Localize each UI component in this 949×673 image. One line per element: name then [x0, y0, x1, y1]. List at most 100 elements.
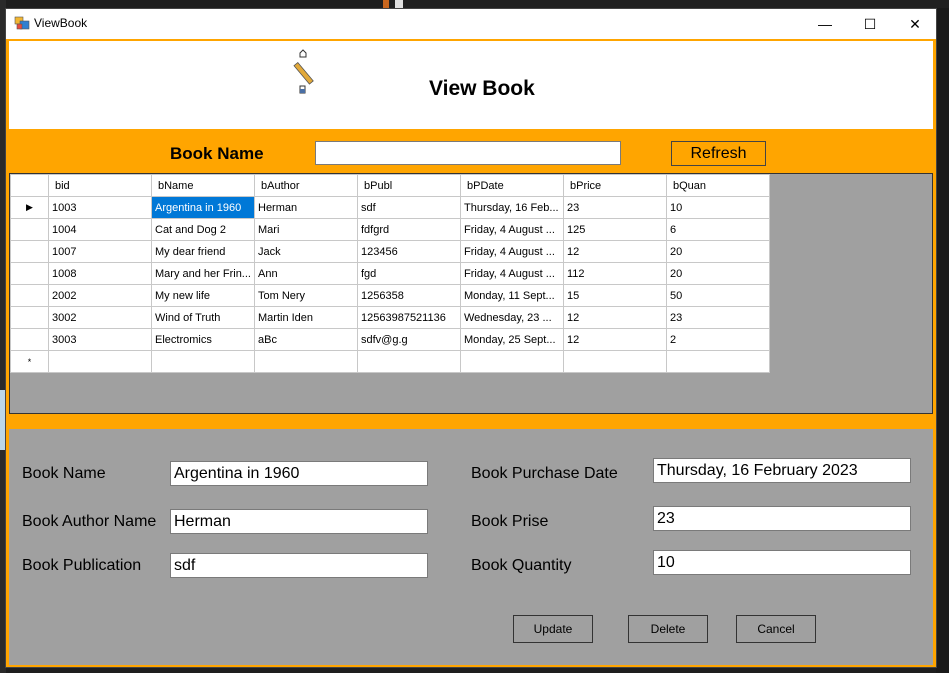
cell[interactable]: 6 [666, 218, 770, 241]
cell[interactable]: Cat and Dog 2 [151, 218, 255, 241]
row-header[interactable] [10, 306, 49, 329]
table-row[interactable]: 1007 My dear friend Jack 123456 Friday, … [10, 240, 770, 263]
quantity-field[interactable] [653, 550, 911, 575]
row-header[interactable] [10, 240, 49, 263]
column-header-bquan[interactable]: bQuan [666, 174, 770, 197]
cell[interactable]: Jack [254, 240, 358, 263]
column-header-bauthor[interactable]: bAuthor [254, 174, 358, 197]
cell[interactable]: Friday, 4 August ... [460, 262, 564, 285]
cell[interactable]: 12 [563, 306, 667, 329]
cell[interactable]: Wednesday, 23 ... [460, 306, 564, 329]
cell[interactable] [357, 350, 461, 373]
maximize-button[interactable]: ☐ [847, 9, 893, 39]
cell[interactable]: 50 [666, 284, 770, 307]
cell[interactable]: Martin Iden [254, 306, 358, 329]
column-header-bpubl[interactable]: bPubl [357, 174, 461, 197]
cell[interactable]: 1003 [48, 196, 152, 219]
cell[interactable]: 20 [666, 240, 770, 263]
book-name-search-input[interactable] [315, 141, 621, 165]
table-row[interactable]: 1008 Mary and her Frin... Ann fgd Friday… [10, 262, 770, 285]
cell[interactable]: 1256358 [357, 284, 461, 307]
column-header-bprice[interactable]: bPrice [563, 174, 667, 197]
cell[interactable]: Herman [254, 196, 358, 219]
publication-field[interactable] [170, 553, 428, 578]
cell[interactable]: sdfv@g.g [357, 328, 461, 351]
cell[interactable]: Monday, 25 Sept... [460, 328, 564, 351]
cell[interactable]: 20 [666, 262, 770, 285]
cell[interactable]: Mari [254, 218, 358, 241]
cell[interactable]: Tom Nery [254, 284, 358, 307]
cell[interactable] [254, 350, 358, 373]
cell[interactable]: Friday, 4 August ... [460, 240, 564, 263]
title-bar[interactable]: ViewBook — ☐ ✕ [6, 9, 936, 39]
cell[interactable] [666, 350, 770, 373]
column-header-bname[interactable]: bName [151, 174, 255, 197]
row-header[interactable] [10, 328, 49, 351]
cancel-button[interactable]: Cancel [736, 615, 816, 643]
purchase-date-picker[interactable] [653, 458, 911, 483]
price-field[interactable] [653, 506, 911, 531]
update-button[interactable]: Update [513, 615, 593, 643]
table-row[interactable]: 3003 Electromics aBc sdfv@g.g Monday, 25… [10, 328, 770, 351]
app-icon [14, 16, 30, 30]
row-header[interactable] [10, 218, 49, 241]
cell[interactable]: Thursday, 16 Feb... [460, 196, 564, 219]
background-top-accent [383, 0, 389, 8]
table-row[interactable]: 2002 My new life Tom Nery 1256358 Monday… [10, 284, 770, 307]
cell[interactable]: sdf [357, 196, 461, 219]
books-grid[interactable]: bid bName bAuthor bPubl bPDate bPrice bQ… [9, 173, 933, 414]
cell[interactable]: 12 [563, 240, 667, 263]
cell[interactable]: 10 [666, 196, 770, 219]
book-name-field[interactable] [170, 461, 428, 486]
cell[interactable]: 2 [666, 328, 770, 351]
cell[interactable]: 23 [563, 196, 667, 219]
table-row[interactable]: 1004 Cat and Dog 2 Mari fdfgrd Friday, 4… [10, 218, 770, 241]
cell[interactable]: 3002 [48, 306, 152, 329]
cell[interactable]: Wind of Truth [151, 306, 255, 329]
cell[interactable]: My new life [151, 284, 255, 307]
cell[interactable] [48, 350, 152, 373]
cell[interactable]: 15 [563, 284, 667, 307]
column-header-bpdate[interactable]: bPDate [460, 174, 564, 197]
cell[interactable] [563, 350, 667, 373]
table-row[interactable]: 3002 Wind of Truth Martin Iden 125639875… [10, 306, 770, 329]
row-header[interactable] [10, 284, 49, 307]
cell[interactable] [151, 350, 255, 373]
cell[interactable]: My dear friend [151, 240, 255, 263]
cell-selected[interactable]: Argentina in 1960 [151, 196, 255, 219]
cell[interactable] [460, 350, 564, 373]
minimize-button[interactable]: — [802, 9, 848, 39]
cell[interactable]: 123456 [357, 240, 461, 263]
cell[interactable]: 1007 [48, 240, 152, 263]
cell[interactable]: Monday, 11 Sept... [460, 284, 564, 307]
current-row-arrow-icon[interactable]: ▶ [10, 196, 49, 219]
cell[interactable]: 1008 [48, 262, 152, 285]
delete-button[interactable]: Delete [628, 615, 708, 643]
books-table[interactable]: bid bName bAuthor bPubl bPDate bPrice bQ… [10, 174, 770, 373]
new-row-asterisk-icon[interactable]: * [10, 350, 49, 373]
cell[interactable]: fgd [357, 262, 461, 285]
page-title: View Book [429, 77, 535, 100]
cell[interactable]: aBc [254, 328, 358, 351]
row-header-corner [10, 174, 49, 197]
cell[interactable]: 2002 [48, 284, 152, 307]
cell[interactable]: Mary and her Frin... [151, 262, 255, 285]
row-header[interactable] [10, 262, 49, 285]
refresh-button[interactable]: Refresh [671, 141, 766, 166]
cell[interactable]: 12563987521136 [357, 306, 461, 329]
cell[interactable]: 112 [563, 262, 667, 285]
cell[interactable]: 1004 [48, 218, 152, 241]
table-row[interactable]: ▶ 1003 Argentina in 1960 Herman sdf Thur… [10, 196, 770, 219]
new-row[interactable]: * [10, 350, 770, 373]
cell[interactable]: fdfgrd [357, 218, 461, 241]
column-header-bid[interactable]: bid [48, 174, 152, 197]
cell[interactable]: 125 [563, 218, 667, 241]
close-button[interactable]: ✕ [892, 9, 938, 39]
cell[interactable]: 3003 [48, 328, 152, 351]
cell[interactable]: 23 [666, 306, 770, 329]
cell[interactable]: Electromics [151, 328, 255, 351]
author-field[interactable] [170, 509, 428, 534]
cell[interactable]: Friday, 4 August ... [460, 218, 564, 241]
cell[interactable]: Ann [254, 262, 358, 285]
cell[interactable]: 12 [563, 328, 667, 351]
